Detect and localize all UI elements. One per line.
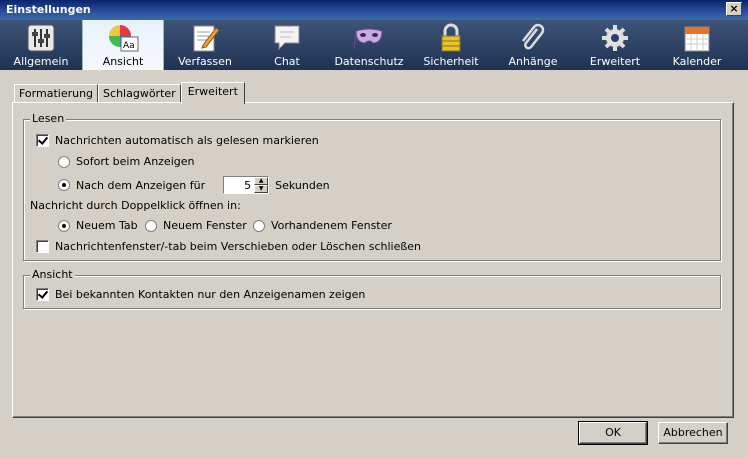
neues-fenster-option[interactable]: Neuem Fenster bbox=[145, 219, 247, 232]
sliders-icon bbox=[27, 24, 55, 52]
nach-option[interactable]: Nach dem Anzeigen für ▲ ▼ Sekunden bbox=[58, 176, 330, 194]
toolbar-item-sicherheit[interactable]: Sicherheit bbox=[410, 20, 492, 70]
neuer-tab-option[interactable]: Neuem Tab bbox=[58, 219, 138, 232]
vorhandenes-fenster-label: Vorhandenem Fenster bbox=[271, 219, 392, 232]
display-names-checkbox[interactable] bbox=[36, 288, 49, 301]
toolbar-label: Sicherheit bbox=[423, 55, 479, 68]
group-ansicht: Ansicht Bei bekannten Kontakten nur den … bbox=[23, 268, 721, 309]
vorhandenes-fenster-radio[interactable] bbox=[253, 219, 265, 232]
calendar-icon bbox=[684, 26, 710, 52]
cancel-button[interactable]: Abbrechen bbox=[658, 422, 728, 444]
close-on-move-checkbox[interactable] bbox=[36, 240, 49, 253]
toolbar-item-ansicht[interactable]: Aa Ansicht bbox=[82, 20, 164, 70]
window-title: Einstellungen bbox=[6, 3, 91, 16]
vorhandenes-fenster-option[interactable]: Vorhandenem Fenster bbox=[253, 219, 392, 232]
toolbar-label: Ansicht bbox=[102, 55, 144, 68]
toolbar-label: Kalender bbox=[672, 55, 722, 68]
toolbar-item-verfassen[interactable]: Verfassen bbox=[164, 20, 246, 70]
stepper-down-icon[interactable]: ▼ bbox=[254, 185, 269, 193]
toolbar-label: Datenschutz bbox=[334, 55, 404, 68]
sofort-option[interactable]: Sofort beim Anzeigen bbox=[58, 155, 194, 168]
doubleclick-heading: Nachricht durch Doppelklick öffnen in: bbox=[30, 199, 241, 212]
lock-icon bbox=[441, 23, 461, 52]
toolbar-item-allgemein[interactable]: Allgemein bbox=[0, 20, 82, 70]
toolbar-label: Verfassen bbox=[178, 55, 232, 68]
tab-bar: Formatierung Schlagwörter Erweitert bbox=[14, 82, 245, 104]
neuer-tab-label: Neuem Tab bbox=[76, 219, 138, 232]
mask-icon bbox=[353, 28, 383, 50]
toolbar-label: Erweitert bbox=[589, 55, 641, 68]
neues-fenster-radio[interactable] bbox=[145, 219, 157, 232]
seconds-suffix: Sekunden bbox=[275, 178, 330, 192]
color-text-icon: Aa bbox=[109, 25, 139, 52]
preferences-toolbar: Allgemein Aa Ansicht Verfassen Chat Date… bbox=[0, 20, 748, 70]
nach-radio[interactable] bbox=[58, 179, 70, 191]
nach-label: Nach dem Anzeigen für bbox=[76, 178, 206, 192]
tab-formatierung[interactable]: Formatierung bbox=[14, 84, 99, 103]
display-names-label: Bei bekannten Kontakten nur den Anzeigen… bbox=[55, 288, 366, 301]
pencil-paper-icon bbox=[193, 25, 220, 52]
ok-button[interactable]: OK bbox=[578, 421, 648, 445]
toolbar-item-kalender[interactable]: Kalender bbox=[656, 20, 738, 70]
group-legend: Lesen bbox=[30, 112, 67, 125]
display-names-option[interactable]: Bei bekannten Kontakten nur den Anzeigen… bbox=[36, 288, 365, 301]
mark-read-checkbox[interactable] bbox=[36, 134, 49, 147]
toolbar-label: Chat bbox=[274, 55, 300, 68]
neuer-tab-radio[interactable] bbox=[58, 219, 70, 232]
toolbar-label: Allgemein bbox=[13, 55, 69, 68]
toolbar-label: Anhänge bbox=[508, 55, 558, 68]
seconds-stepper[interactable]: ▲ ▼ bbox=[223, 176, 270, 194]
neues-fenster-label: Neuem Fenster bbox=[163, 219, 247, 232]
gear-icon bbox=[602, 25, 628, 51]
toolbar-item-datenschutz[interactable]: Datenschutz bbox=[328, 20, 410, 70]
group-lesen: Lesen Nachrichten automatisch als gelese… bbox=[23, 112, 721, 261]
close-button[interactable]: × bbox=[726, 2, 742, 16]
sofort-label: Sofort beim Anzeigen bbox=[76, 155, 195, 168]
tab-schlagwoerter[interactable]: Schlagwörter bbox=[98, 84, 181, 103]
window-title-bar: Einstellungen × bbox=[0, 0, 748, 20]
toolbar-item-chat[interactable]: Chat bbox=[246, 20, 328, 70]
stepper-arrows: ▲ ▼ bbox=[254, 177, 269, 193]
toolbar-item-anhaenge[interactable]: Anhänge bbox=[492, 20, 574, 70]
tab-panel: Lesen Nachrichten automatisch als gelese… bbox=[12, 102, 734, 418]
stepper-up-icon[interactable]: ▲ bbox=[254, 177, 269, 185]
doubleclick-label: Nachricht durch Doppelklick öffnen in: bbox=[30, 199, 241, 212]
svg-text:Aa: Aa bbox=[123, 41, 135, 51]
preferences-body: Formatierung Schlagwörter Erweitert Lese… bbox=[0, 70, 748, 458]
sofort-radio[interactable] bbox=[58, 155, 70, 168]
speech-bubble-icon bbox=[274, 25, 300, 51]
close-icon: × bbox=[729, 2, 739, 15]
paperclip-icon bbox=[522, 23, 545, 50]
toolbar-item-erweitert[interactable]: Erweitert bbox=[574, 20, 656, 70]
close-on-move-label: Nachrichtenfenster/-tab beim Verschieben… bbox=[55, 240, 422, 253]
tab-erweitert[interactable]: Erweitert bbox=[180, 82, 245, 104]
close-on-move-option[interactable]: Nachrichtenfenster/-tab beim Verschieben… bbox=[36, 240, 421, 253]
seconds-input[interactable] bbox=[224, 177, 255, 193]
mark-read-option[interactable]: Nachrichten automatisch als gelesen mark… bbox=[36, 134, 319, 147]
group-legend: Ansicht bbox=[30, 268, 75, 281]
mark-read-label: Nachrichten automatisch als gelesen mark… bbox=[55, 134, 319, 147]
